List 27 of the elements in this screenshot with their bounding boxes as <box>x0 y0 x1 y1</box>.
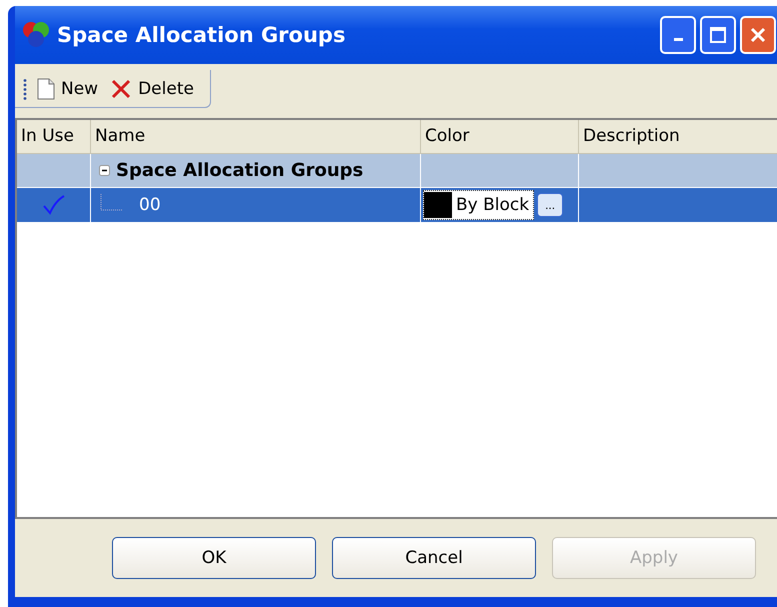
delete-button[interactable]: Delete <box>108 78 196 100</box>
ok-button[interactable]: OK <box>112 537 316 579</box>
maximize-icon <box>709 26 727 44</box>
window-title: Space Allocation Groups <box>57 23 346 47</box>
document-icon <box>37 78 55 100</box>
group-name: Space Allocation Groups <box>116 160 364 181</box>
cancel-button[interactable]: Cancel <box>332 537 536 579</box>
color-swatch <box>424 192 452 218</box>
column-header[interactable]: In Use <box>17 120 91 154</box>
maximize-button[interactable] <box>700 16 736 54</box>
app-icon <box>21 20 51 50</box>
checkmark-icon[interactable] <box>42 194 66 216</box>
column-header[interactable]: Description <box>579 120 777 154</box>
table-row[interactable]: 00 By Block ... <box>17 188 777 222</box>
item-name: 00 <box>139 195 161 215</box>
column-header[interactable]: Name <box>91 120 421 154</box>
new-button[interactable]: New <box>35 78 100 100</box>
color-field[interactable]: By Block <box>423 190 534 220</box>
close-icon <box>749 26 767 44</box>
browse-button[interactable]: ... <box>537 193 564 217</box>
minimize-button[interactable] <box>660 16 696 54</box>
minimize-icon <box>674 38 682 40</box>
delete-icon <box>110 78 132 100</box>
collapse-toggle[interactable] <box>99 165 110 176</box>
close-button[interactable] <box>740 16 776 54</box>
grip-icon[interactable] <box>23 76 27 100</box>
column-header[interactable]: Color <box>421 120 579 154</box>
